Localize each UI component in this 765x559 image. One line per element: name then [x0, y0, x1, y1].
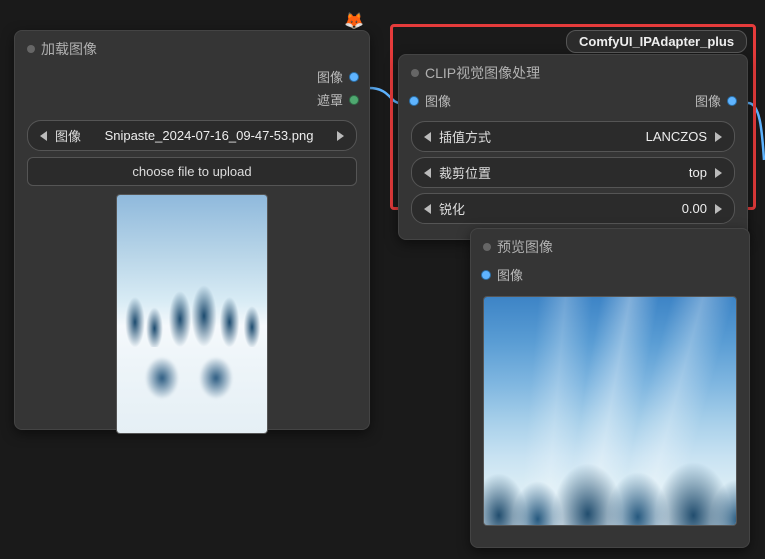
widget-label: 锐化 — [439, 199, 465, 218]
widget-label: 图像 — [55, 126, 81, 145]
port-label: 图像 — [425, 91, 451, 110]
chevron-left-icon[interactable] — [424, 168, 431, 178]
node-title: 加载图像 — [41, 39, 97, 59]
button-label: choose file to upload — [132, 164, 251, 179]
output-port-mask[interactable]: 遮罩 — [15, 88, 369, 111]
widget-value: LANCZOS — [499, 129, 707, 144]
node-load-image[interactable]: 加载图像 图像 遮罩 图像 Snipaste_2024-07-16_09-47-… — [14, 30, 370, 430]
port-label: 遮罩 — [317, 90, 343, 109]
preview-image-thumbnail — [484, 297, 736, 525]
port-dot-icon[interactable] — [349, 95, 359, 105]
port-dot-icon[interactable] — [727, 96, 737, 106]
loaded-image-thumbnail — [117, 195, 267, 433]
widget-value: Snipaste_2024-07-16_09-47-53.png — [89, 128, 329, 143]
port-label: 图像 — [317, 67, 343, 86]
chevron-left-icon[interactable] — [424, 132, 431, 142]
node-title: CLIP视觉图像处理 — [425, 63, 540, 83]
collapse-dot-icon[interactable] — [483, 243, 491, 251]
widget-value: 0.00 — [473, 201, 707, 216]
crop-position-selector[interactable]: 裁剪位置 top — [411, 157, 735, 188]
fox-icon: 🦊 — [344, 14, 364, 30]
output-port-image[interactable]: 图像 — [695, 91, 737, 110]
interpolation-selector[interactable]: 插值方式 LANCZOS — [411, 121, 735, 152]
input-port-image[interactable]: 图像 — [409, 91, 451, 110]
chevron-right-icon[interactable] — [715, 204, 722, 214]
node-clip-vision[interactable]: CLIP视觉图像处理 图像 图像 插值方式 LANCZOS 裁剪位置 top 锐… — [398, 54, 748, 240]
node-title: 预览图像 — [497, 237, 553, 257]
upload-button[interactable]: choose file to upload — [27, 157, 357, 186]
node-header[interactable]: 加载图像 — [15, 31, 369, 65]
output-port-image[interactable]: 图像 — [15, 65, 369, 88]
chevron-left-icon[interactable] — [424, 204, 431, 214]
port-dot-icon[interactable] — [409, 96, 419, 106]
widget-value: top — [499, 165, 707, 180]
port-dot-icon[interactable] — [349, 72, 359, 82]
chevron-left-icon[interactable] — [40, 131, 47, 141]
chevron-right-icon[interactable] — [337, 131, 344, 141]
node-header[interactable]: 预览图像 — [471, 229, 749, 263]
collapse-dot-icon[interactable] — [411, 69, 419, 77]
widget-label: 插值方式 — [439, 127, 491, 146]
widget-label: 裁剪位置 — [439, 163, 491, 182]
chevron-right-icon[interactable] — [715, 132, 722, 142]
port-label: 图像 — [497, 265, 523, 284]
sharpening-input[interactable]: 锐化 0.00 — [411, 193, 735, 224]
node-preview-image[interactable]: 预览图像 图像 — [470, 228, 750, 548]
chevron-right-icon[interactable] — [715, 168, 722, 178]
image-preview — [27, 194, 357, 434]
port-dot-icon[interactable] — [481, 270, 491, 280]
image-preview — [483, 296, 737, 526]
collapse-dot-icon[interactable] — [27, 45, 35, 53]
port-label: 图像 — [695, 91, 721, 110]
image-file-selector[interactable]: 图像 Snipaste_2024-07-16_09-47-53.png — [27, 120, 357, 151]
node-type-badge: ComfyUI_IPAdapter_plus — [566, 30, 747, 53]
node-header[interactable]: CLIP视觉图像处理 — [399, 55, 747, 89]
input-port-image[interactable]: 图像 — [471, 263, 749, 286]
